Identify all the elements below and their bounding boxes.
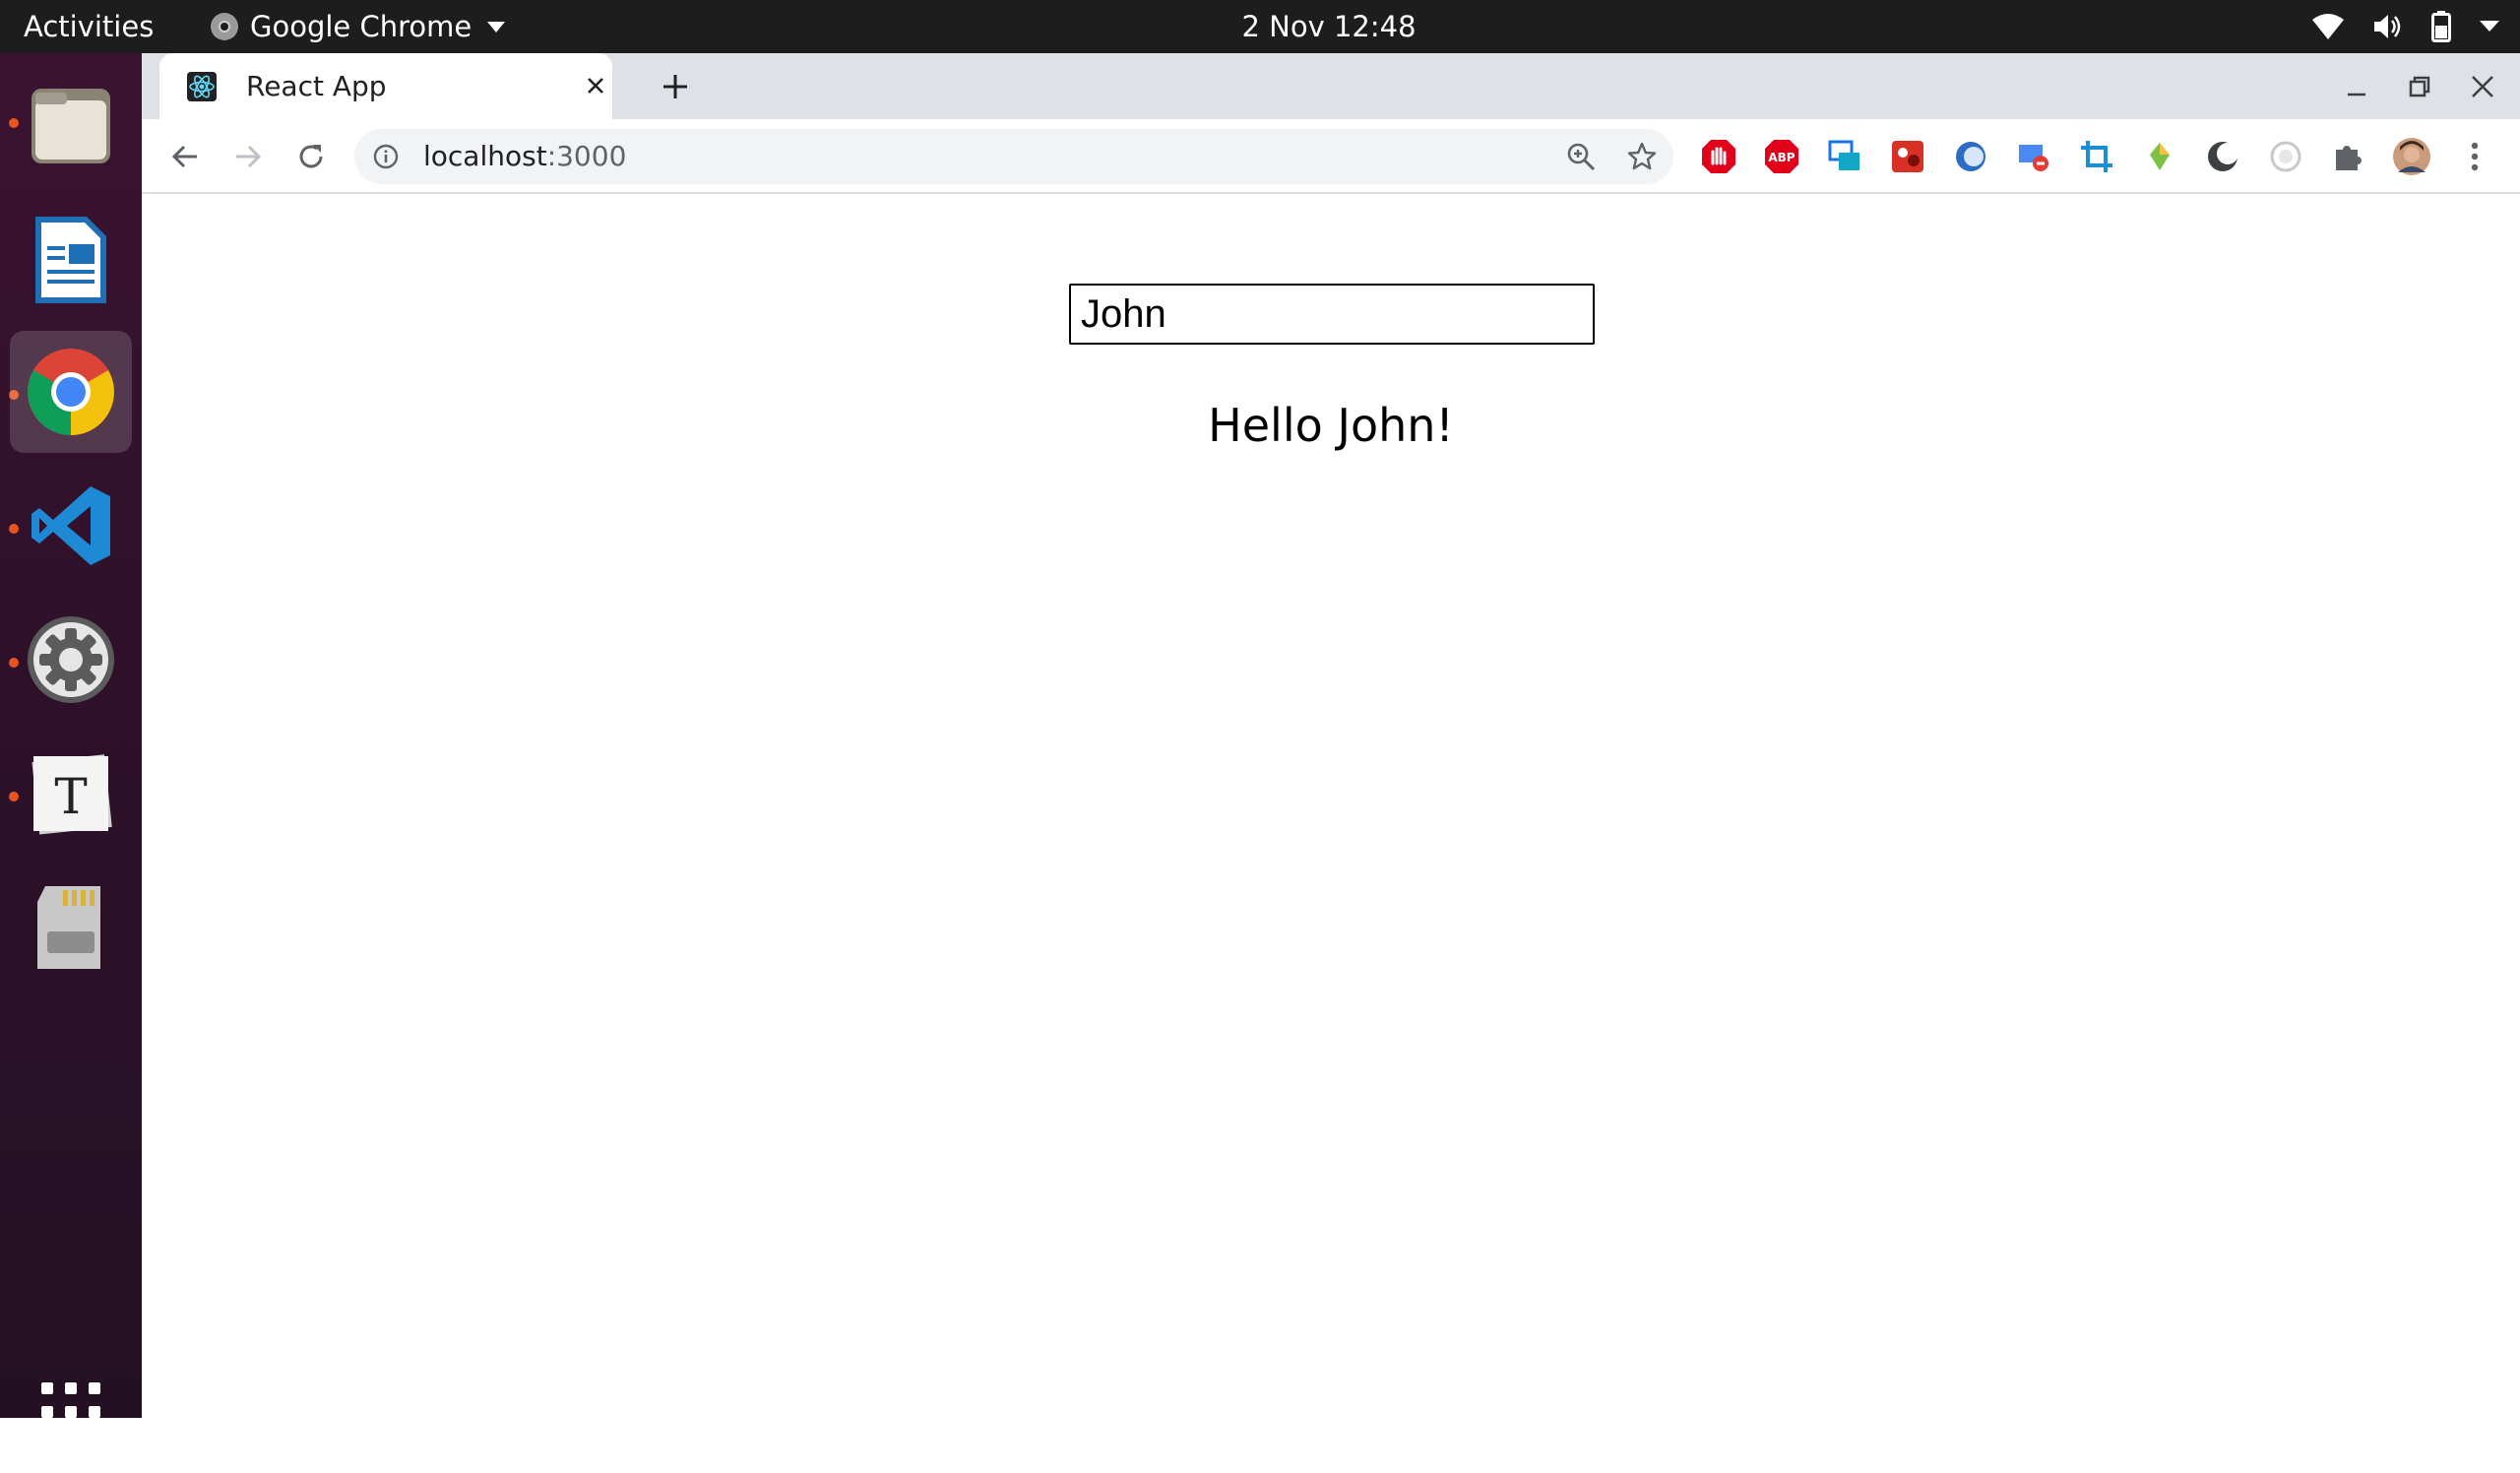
reload-button[interactable] <box>289 135 333 178</box>
screen-icon <box>1828 140 1859 170</box>
new-tab-icon[interactable] <box>658 69 693 104</box>
red-ext-icon <box>1892 141 1923 172</box>
app-menu[interactable]: Google Chrome <box>211 0 506 53</box>
moon-icon <box>2208 142 2238 171</box>
show-apps-button[interactable] <box>10 1351 132 1473</box>
vscode-icon <box>32 486 110 565</box>
activities-button[interactable]: Activities <box>24 0 154 53</box>
ext-red[interactable] <box>1888 137 1927 176</box>
chrome-menu-button[interactable] <box>2455 137 2494 176</box>
reload-icon <box>299 145 323 168</box>
crop-icon <box>2081 141 2112 172</box>
forward-button[interactable] <box>226 135 270 178</box>
url-text: localhost:3000 <box>423 129 626 184</box>
wifi-icon <box>2312 14 2344 39</box>
ext-blue-ring[interactable] <box>1951 137 1990 176</box>
restore-icon[interactable] <box>2402 69 2437 104</box>
browser-toolbar: localhost:3000 ABP <box>142 119 2520 194</box>
ext-adblock[interactable] <box>1699 137 1738 176</box>
chevron-down-icon <box>487 21 506 32</box>
ext-circle[interactable] <box>2266 137 2305 176</box>
zoom-icon[interactable] <box>1565 141 1597 172</box>
files-icon <box>32 89 110 163</box>
dock-software[interactable] <box>10 866 132 989</box>
dock: T <box>0 53 142 1441</box>
forward-arrow-icon <box>236 145 262 168</box>
avatar <box>2393 138 2430 175</box>
abp-icon: ABP <box>1765 140 1798 173</box>
site-info-icon[interactable] <box>372 143 400 170</box>
volume-icon <box>2374 15 2401 38</box>
page-viewport: Hello John! <box>142 194 2520 1418</box>
gem-icon <box>2150 143 2170 170</box>
typora-icon: T <box>32 754 112 835</box>
writer-icon <box>35 217 106 303</box>
blue-ring-icon <box>1956 142 1985 171</box>
greeting-text: Hello John! <box>1208 399 1454 452</box>
minimize-icon[interactable] <box>2339 69 2374 104</box>
name-input[interactable] <box>1069 284 1595 345</box>
svg-text:T: T <box>54 768 87 825</box>
dock-vscode[interactable] <box>10 465 132 587</box>
close-tab-icon[interactable] <box>583 73 608 98</box>
chrome-small-icon <box>211 13 238 40</box>
close-window-icon[interactable] <box>2465 69 2500 104</box>
app-grid-icon <box>41 1382 100 1441</box>
dock-google-chrome[interactable] <box>10 331 132 453</box>
tab-strip: React App <box>142 53 2520 119</box>
chrome-icon <box>28 349 114 435</box>
ext-screen[interactable] <box>1825 137 1864 176</box>
ext-gem[interactable] <box>2140 137 2179 176</box>
svg-text:ABP: ABP <box>1768 151 1795 164</box>
system-tray[interactable] <box>2311 0 2500 53</box>
url-port: :3000 <box>546 140 627 172</box>
circle-icon <box>2270 141 2301 172</box>
ext-moon[interactable] <box>2203 137 2242 176</box>
react-favicon-icon <box>187 72 217 101</box>
system-top-bar: Activities Google Chrome 2 Nov 12:48 <box>0 0 2520 53</box>
bookmark-star-icon[interactable] <box>1626 141 1658 172</box>
tab-title: React App <box>246 70 387 102</box>
sd-card-icon <box>37 886 100 969</box>
battery-icon <box>2431 11 2451 42</box>
settings-gear-icon <box>28 616 114 703</box>
url-host: localhost <box>423 140 547 172</box>
back-button[interactable] <box>163 135 207 178</box>
dock-libreoffice-writer[interactable] <box>10 199 132 321</box>
ext-mail-block[interactable] <box>2014 137 2053 176</box>
mail-block-icon <box>2019 145 2048 171</box>
back-arrow-icon <box>171 145 197 168</box>
adblock-icon <box>1702 140 1735 173</box>
kebab-menu-icon <box>2471 142 2479 171</box>
ext-crop[interactable] <box>2077 137 2116 176</box>
puzzle-icon <box>2336 146 2362 170</box>
app-menu-label: Google Chrome <box>250 10 472 43</box>
dock-settings[interactable] <box>10 599 132 721</box>
chevron-down-icon <box>2480 21 2499 32</box>
profile-button[interactable] <box>2392 137 2431 176</box>
dock-files[interactable] <box>10 63 132 185</box>
address-bar[interactable]: localhost:3000 <box>354 129 1673 184</box>
tab-react-app[interactable]: React App <box>159 53 612 119</box>
ext-abp[interactable]: ABP <box>1762 137 1801 176</box>
ext-extensions-menu[interactable] <box>2329 137 2368 176</box>
dock-typora[interactable]: T <box>10 733 132 855</box>
